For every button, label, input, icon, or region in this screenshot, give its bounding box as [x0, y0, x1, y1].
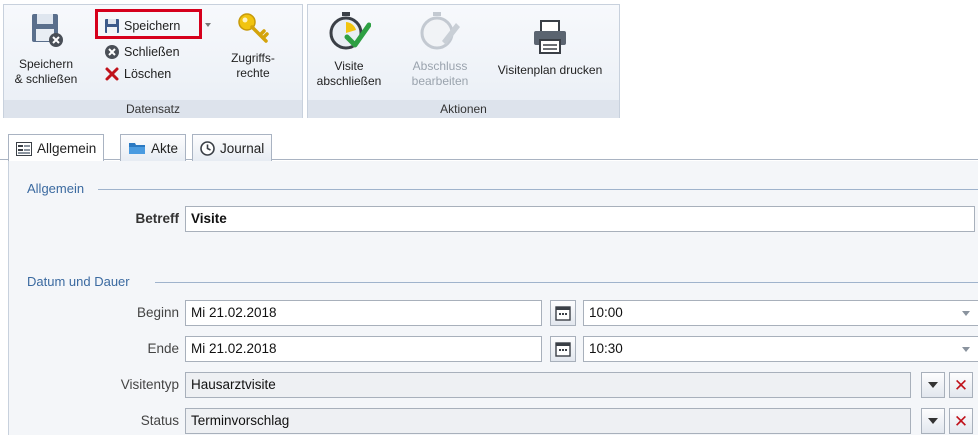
close-label: Schließen: [124, 45, 180, 59]
delete-button[interactable]: Löschen: [104, 64, 171, 84]
start-time-dropdown-arrow[interactable]: [962, 311, 970, 316]
save-close-label: Speichern & schließen: [14, 57, 78, 86]
end-time-combobox[interactable]: 10:30: [583, 336, 978, 362]
ribbon-group-aktionen: Visite abschließen Abschluss bearbeiten …: [307, 4, 620, 118]
triangle-down-icon: [928, 418, 938, 424]
visit-type-clear-button[interactable]: ✕: [949, 372, 973, 398]
edit-finish-label: Abschluss bearbeiten: [411, 59, 469, 88]
subject-input[interactable]: Visite: [185, 206, 975, 232]
tab-content-allgemein: Allgemein Betreff Visite Datum und Dauer…: [8, 161, 978, 435]
start-calendar-button[interactable]: [550, 300, 576, 326]
access-rights-label: Zugriffs- rechte: [231, 51, 275, 80]
end-date-input[interactable]: Mi 21.02.2018: [185, 336, 542, 362]
printer-icon: [534, 20, 566, 54]
visit-type-field[interactable]: Hausarztvisite: [185, 372, 911, 398]
key-icon: [238, 13, 269, 43]
close-button[interactable]: Schließen: [104, 42, 180, 62]
end-time-dropdown-arrow[interactable]: [962, 347, 970, 352]
form-icon: [16, 141, 32, 156]
tab-akte[interactable]: Akte: [120, 134, 187, 161]
end-time-value: 10:30: [589, 341, 623, 356]
status-clear-button[interactable]: ✕: [949, 408, 973, 434]
status-field[interactable]: Terminvorschlag: [185, 408, 911, 434]
section-title-date: Datum und Dauer: [27, 274, 130, 289]
edit-finish-button[interactable]: Abschluss bearbeiten: [404, 11, 476, 89]
tab-akte-label: Akte: [151, 140, 179, 156]
section-divider-date: [155, 282, 978, 283]
ribbon: Speichern & schließen Speichern Schließe…: [0, 0, 978, 118]
tab-journal-label: Journal: [220, 140, 265, 156]
delete-label: Löschen: [124, 67, 172, 81]
close-circle-icon: [105, 45, 119, 59]
clock-icon: [200, 140, 215, 156]
delete-x-icon: [105, 67, 119, 81]
start-time-value: 10:00: [589, 305, 623, 320]
status-label: Status: [140, 413, 179, 428]
calendar-icon: [555, 342, 571, 357]
subject-label: Betreff: [135, 211, 179, 226]
status-dropdown-button[interactable]: [921, 408, 945, 434]
save-close-icon: [32, 14, 63, 47]
finish-visit-button[interactable]: Visite abschließen: [314, 11, 384, 89]
clear-x-icon: ✕: [953, 411, 969, 431]
stopwatch-check-icon: [329, 12, 371, 50]
clear-x-icon: ✕: [953, 375, 969, 395]
tab-allgemein-label: Allgemein: [37, 141, 97, 156]
section-divider-general: [98, 189, 978, 190]
tab-allgemein[interactable]: Allgemein: [8, 134, 105, 162]
start-date-input[interactable]: Mi 21.02.2018: [185, 300, 542, 326]
finish-visit-label: Visite abschließen: [316, 59, 382, 88]
visit-type-dropdown-button[interactable]: [921, 372, 945, 398]
section-title-general: Allgemein: [27, 181, 85, 196]
visit-type-label: Visitentyp: [120, 377, 179, 392]
print-visit-plan-label: Visitenplan drucken: [497, 63, 603, 77]
save-highlight-frame: [95, 9, 202, 39]
group-label-datensatz: Datensatz: [4, 100, 302, 118]
stopwatch-edit-icon: [420, 12, 460, 50]
print-visit-plan-button[interactable]: Visitenplan drucken: [486, 19, 614, 78]
folder-icon: [129, 143, 145, 154]
end-calendar-button[interactable]: [550, 336, 576, 362]
group-label-aktionen: Aktionen: [308, 100, 619, 118]
save-dropdown-arrow[interactable]: [205, 23, 211, 27]
start-label: Beginn: [136, 305, 179, 320]
end-label: Ende: [147, 341, 179, 356]
start-time-combobox[interactable]: 10:00: [583, 300, 978, 326]
calendar-icon: [555, 306, 571, 321]
access-rights-button[interactable]: Zugriffs- rechte: [218, 11, 288, 81]
tab-bar: Allgemein Akte Journal: [0, 124, 978, 162]
triangle-down-icon: [928, 382, 938, 388]
tab-journal[interactable]: Journal: [192, 134, 273, 161]
save-close-button[interactable]: Speichern & schließen: [6, 11, 86, 87]
